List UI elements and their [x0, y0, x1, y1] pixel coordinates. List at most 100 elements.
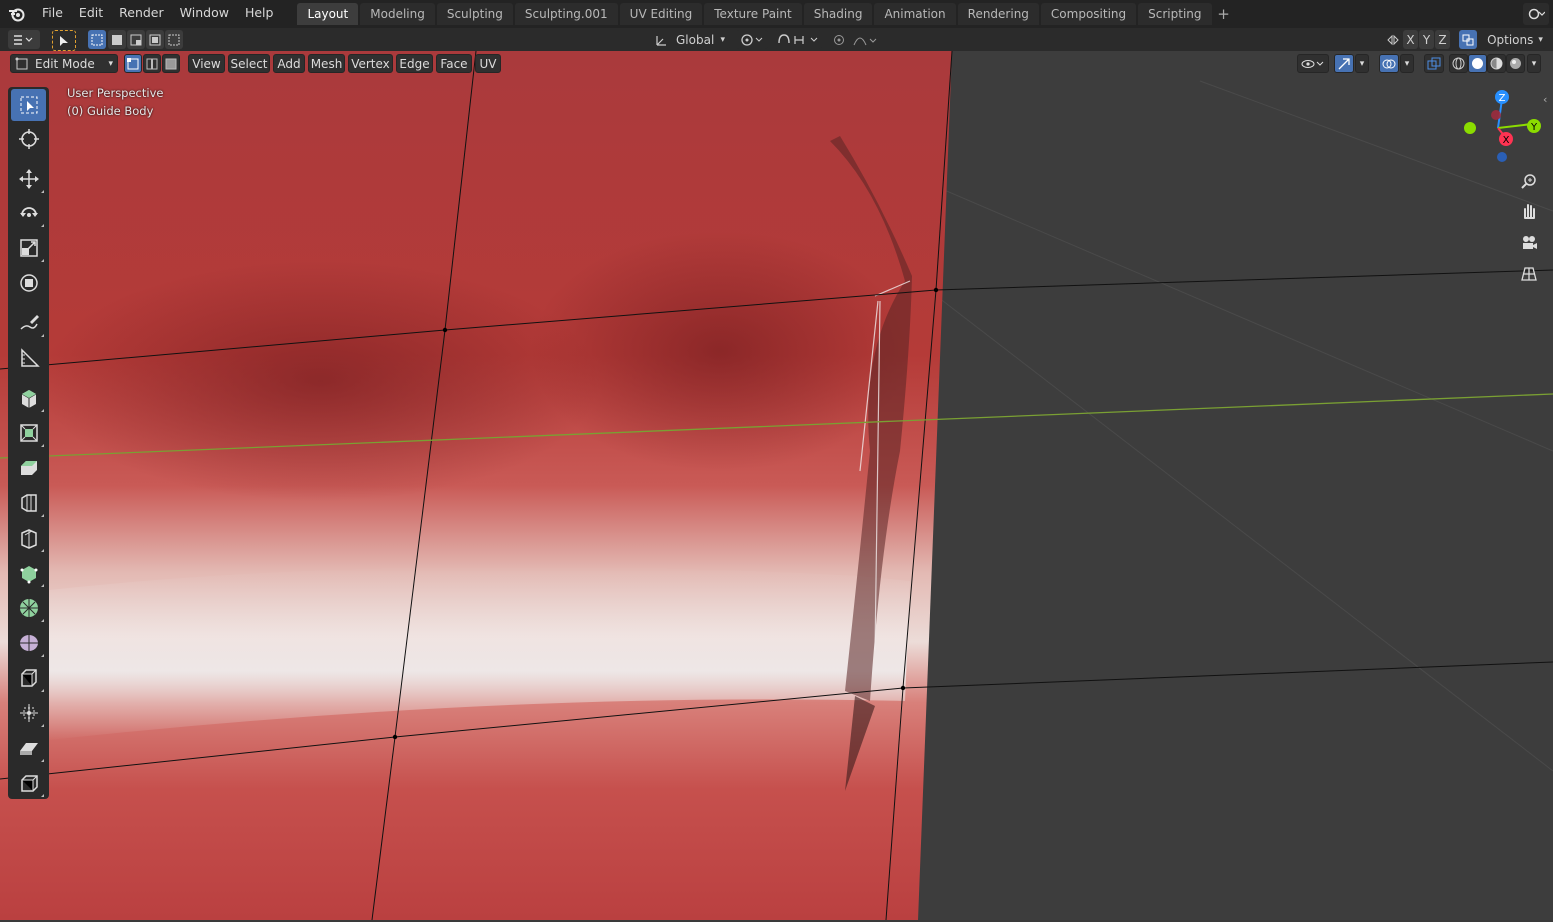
proportional-edit-button[interactable]	[830, 30, 848, 49]
viewport-menu-uv[interactable]: UV	[475, 54, 501, 73]
chevron-down-icon: ▾	[1538, 34, 1543, 45]
blender-logo-icon[interactable]	[0, 0, 34, 28]
top-bar: File Edit Render Window Help Layout Modeling S…	[0, 0, 1553, 28]
rotate-tool[interactable]	[11, 197, 46, 229]
overlays-dropdown[interactable]: ▾	[1400, 54, 1414, 73]
workspace-tab-compositing[interactable]: Compositing	[1040, 3, 1137, 25]
gizmo-x-label: X	[1503, 135, 1510, 146]
editor-type-button[interactable]	[8, 30, 40, 49]
vertex-select-mode-button[interactable]	[124, 54, 142, 73]
poly-build-tool[interactable]	[11, 592, 46, 624]
measure-tool[interactable]	[11, 342, 46, 374]
menu-edit[interactable]: Edit	[71, 0, 111, 28]
viewport-menu-select[interactable]: Select	[228, 54, 270, 73]
auto-merge-toggle[interactable]	[1459, 30, 1477, 49]
add-cube-tool[interactable]	[11, 382, 46, 414]
3d-viewport[interactable]: Edit Mode ▾ View Select Add Mesh Vertex Edge F…	[0, 51, 1553, 920]
sidebar-toggle-icon[interactable]: ‹	[1543, 93, 1547, 106]
mesh-surface[interactable]	[0, 51, 952, 920]
chevron-down-icon: ▾	[108, 58, 113, 69]
edge-select-mode-button[interactable]	[143, 54, 161, 73]
edge-slide-tool[interactable]	[11, 697, 46, 729]
smooth-tool[interactable]	[11, 662, 46, 694]
gizmo-z-label: Z	[1499, 93, 1506, 104]
add-workspace-icon[interactable]: +	[1214, 5, 1234, 23]
inset-faces-tool[interactable]	[11, 452, 46, 484]
wireframe-shading-button[interactable]	[1449, 54, 1468, 73]
menu-file[interactable]: File	[34, 0, 71, 28]
workspace-tab-animation[interactable]: Animation	[874, 3, 956, 25]
proportional-falloff-button[interactable]	[850, 30, 880, 49]
perspective-grid-icon[interactable]	[1517, 262, 1541, 286]
options-dropdown[interactable]: Options ▾	[1484, 30, 1546, 49]
gizmo-dropdown[interactable]: ▾	[1355, 54, 1369, 73]
viewport-menu-mesh[interactable]: Mesh	[308, 54, 345, 73]
overlays-toggle[interactable]	[1379, 54, 1399, 73]
menu-window[interactable]: Window	[172, 0, 237, 28]
select-mode-subtract-button[interactable]	[127, 30, 145, 49]
workspace-tab-texture-paint[interactable]: Texture Paint	[704, 3, 802, 25]
spin-tool[interactable]	[11, 627, 46, 659]
xray-toggle[interactable]	[1424, 54, 1444, 73]
mode-dropdown[interactable]: Edit Mode ▾	[10, 54, 118, 73]
zoom-icon[interactable]	[1517, 169, 1541, 193]
workspace-tab-shading[interactable]: Shading	[803, 3, 873, 25]
loop-cut-tool[interactable]	[11, 522, 46, 554]
orientation-label: Global	[676, 32, 715, 47]
snap-toggle-button[interactable]	[774, 30, 822, 49]
camera-icon[interactable]	[1517, 231, 1541, 255]
bevel-tool[interactable]	[11, 487, 46, 519]
transform-tool[interactable]	[11, 267, 46, 299]
select-box-tool[interactable]	[11, 89, 46, 121]
chevron-down-icon: ▾	[720, 34, 725, 45]
workspace-tab-layout[interactable]: Layout	[297, 3, 359, 25]
orientation-icon	[656, 35, 666, 46]
solid-shading-button[interactable]	[1468, 54, 1487, 73]
menu-render[interactable]: Render	[111, 0, 172, 28]
workspace-tab-uv-editing[interactable]: UV Editing	[619, 3, 703, 25]
material-shading-button[interactable]	[1487, 54, 1506, 73]
visibility-dropdown[interactable]	[1297, 54, 1329, 73]
cursor-tool[interactable]	[11, 123, 46, 155]
pivot-point-dropdown[interactable]	[736, 30, 768, 49]
workspace-tab-rendering[interactable]: Rendering	[957, 3, 1039, 25]
shading-dropdown[interactable]: ▾	[1527, 54, 1541, 73]
options-label: Options	[1487, 32, 1534, 47]
select-mode-intersect-button[interactable]	[165, 30, 183, 49]
mirror-icon[interactable]	[1384, 30, 1402, 49]
viewport-menu-vertex[interactable]: Vertex	[348, 54, 393, 73]
viewport-menu-view[interactable]: View	[188, 54, 225, 73]
mirror-z-toggle[interactable]: Z	[1435, 30, 1450, 49]
shear-tool[interactable]	[11, 732, 46, 764]
transform-orientation-dropdown[interactable]: Global ▾	[650, 30, 730, 49]
annotate-tool[interactable]	[11, 307, 46, 339]
rendered-shading-button[interactable]	[1506, 54, 1525, 73]
face-select-mode-button[interactable]	[162, 54, 180, 73]
viewport-menu-edge[interactable]: Edge	[396, 54, 433, 73]
scene-selector-icon[interactable]	[1523, 3, 1549, 25]
navigation-gizmo[interactable]: Z Y X	[1458, 85, 1548, 175]
knife-tool[interactable]	[11, 557, 46, 589]
move-tool[interactable]	[11, 163, 46, 195]
workspace-tab-scripting[interactable]: Scripting	[1138, 3, 1212, 25]
select-mode-invert-button[interactable]	[146, 30, 164, 49]
menu-help[interactable]: Help	[237, 0, 282, 28]
viewport-menu-add[interactable]: Add	[273, 54, 305, 73]
select-mode-new-button[interactable]	[88, 30, 106, 49]
workspace-tab-sculpting[interactable]: Sculpting	[436, 3, 513, 25]
gizmo-toggle[interactable]	[1334, 54, 1354, 73]
viewport-menu-face[interactable]: Face	[436, 54, 472, 73]
scale-tool[interactable]	[11, 232, 46, 264]
tool-header: Global ▾ X Y Z Options ▾	[0, 28, 1553, 51]
rip-region-tool[interactable]	[11, 767, 46, 799]
mirror-x-toggle[interactable]: X	[1403, 30, 1418, 49]
viewport-scene	[0, 51, 1553, 920]
tool-shelf	[8, 87, 49, 799]
select-tool-button[interactable]	[52, 30, 76, 51]
mirror-y-toggle[interactable]: Y	[1419, 30, 1434, 49]
workspace-tab-sculpting-001[interactable]: Sculpting.001	[514, 3, 618, 25]
workspace-tab-modeling[interactable]: Modeling	[360, 3, 435, 25]
select-mode-extend-button[interactable]	[108, 30, 126, 49]
pan-hand-icon[interactable]	[1517, 199, 1541, 223]
extrude-region-tool[interactable]	[11, 417, 46, 449]
